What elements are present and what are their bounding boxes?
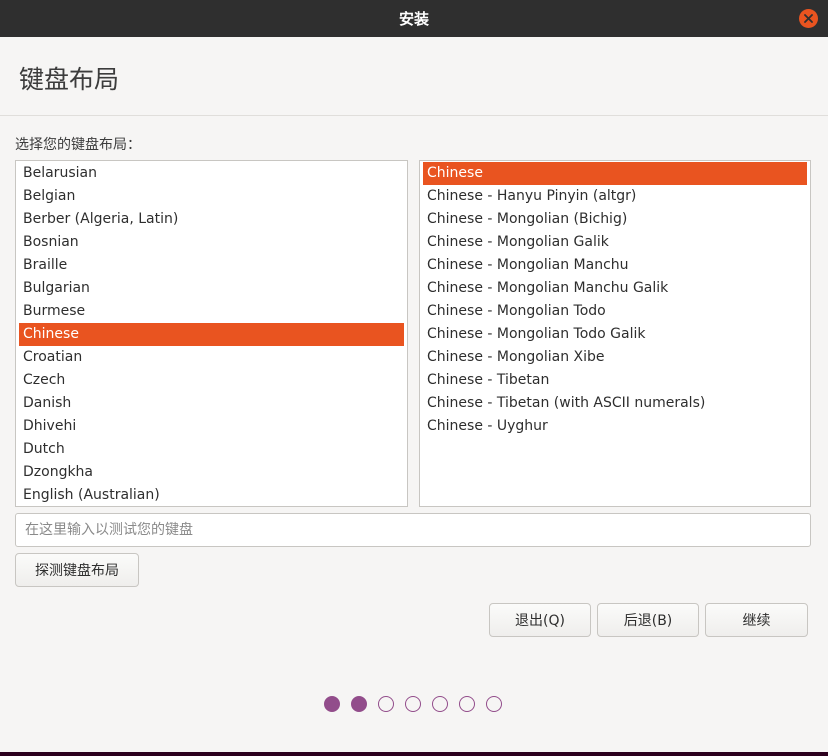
list-item[interactable]: Chinese bbox=[19, 323, 404, 346]
progress-dot-empty bbox=[405, 696, 421, 712]
list-item[interactable]: Belarusian bbox=[19, 162, 404, 185]
list-item[interactable]: Chinese - Mongolian Todo Galik bbox=[423, 323, 807, 346]
list-item[interactable]: English (Australian) bbox=[19, 484, 404, 506]
quit-button[interactable]: 退出(Q) bbox=[489, 603, 591, 637]
list-item[interactable]: Bulgarian bbox=[19, 277, 404, 300]
keyboard-layout-list[interactable]: Belarusian Belgian Berber (Algeria, Latin)… bbox=[15, 160, 408, 507]
list-item[interactable]: Chinese - Mongolian Manchu Galik bbox=[423, 277, 807, 300]
installer-window: 安装 键盘布局 选择您的键盘布局： Belarusian Belgian Berbe… bbox=[0, 0, 828, 752]
list-item[interactable]: Chinese - Mongolian Galik bbox=[423, 231, 807, 254]
list-item[interactable]: Czech bbox=[19, 369, 404, 392]
continue-button[interactable]: 继续 bbox=[705, 603, 808, 637]
keyboard-test-input[interactable] bbox=[15, 513, 811, 547]
list-item[interactable]: Chinese - Hanyu Pinyin (altgr) bbox=[423, 185, 807, 208]
progress-dot-empty bbox=[486, 696, 502, 712]
page-title: 键盘布局 bbox=[19, 65, 120, 94]
close-button[interactable] bbox=[799, 9, 818, 28]
layout-prompt: 选择您的键盘布局： bbox=[15, 137, 141, 153]
list-item[interactable]: Chinese - Mongolian Manchu bbox=[423, 254, 807, 277]
list-item[interactable]: Chinese - Mongolian (Bichig) bbox=[423, 208, 807, 231]
detect-layout-button[interactable]: 探测键盘布局 bbox=[15, 553, 139, 587]
list-item[interactable]: Chinese bbox=[423, 162, 807, 185]
list-item[interactable]: Danish bbox=[19, 392, 404, 415]
keyboard-variant-list[interactable]: Chinese Chinese - Hanyu Pinyin (altgr) Chi… bbox=[419, 160, 811, 507]
back-button[interactable]: 后退(B) bbox=[597, 603, 699, 637]
progress-dot-empty bbox=[459, 696, 475, 712]
list-item[interactable]: Chinese - Uyghur bbox=[423, 415, 807, 438]
title-bar: 安装 bbox=[0, 0, 828, 37]
window-title: 安装 bbox=[398, 10, 429, 28]
progress-dot-empty bbox=[378, 696, 394, 712]
list-item[interactable]: Berber (Algeria, Latin) bbox=[19, 208, 404, 231]
title-divider bbox=[0, 115, 828, 116]
list-item[interactable]: Braille bbox=[19, 254, 404, 277]
progress-dot-filled bbox=[324, 696, 340, 712]
list-item[interactable]: Burmese bbox=[19, 300, 404, 323]
progress-dot-filled bbox=[351, 696, 367, 712]
list-item[interactable]: Belgian bbox=[19, 185, 404, 208]
list-item[interactable]: Croatian bbox=[19, 346, 404, 369]
list-item[interactable]: Chinese - Tibetan (with ASCII numerals) bbox=[423, 392, 807, 415]
list-item[interactable]: Dzongkha bbox=[19, 461, 404, 484]
list-item[interactable]: Chinese - Tibetan bbox=[423, 369, 807, 392]
list-item[interactable]: Chinese - Mongolian Xibe bbox=[423, 346, 807, 369]
list-item[interactable]: Chinese - Mongolian Todo bbox=[423, 300, 807, 323]
step-progress-indicator bbox=[324, 696, 502, 712]
list-item[interactable]: Dhivehi bbox=[19, 415, 404, 438]
progress-dot-empty bbox=[432, 696, 448, 712]
close-icon bbox=[804, 14, 813, 23]
list-item[interactable]: Dutch bbox=[19, 438, 404, 461]
list-item[interactable]: Bosnian bbox=[19, 231, 404, 254]
